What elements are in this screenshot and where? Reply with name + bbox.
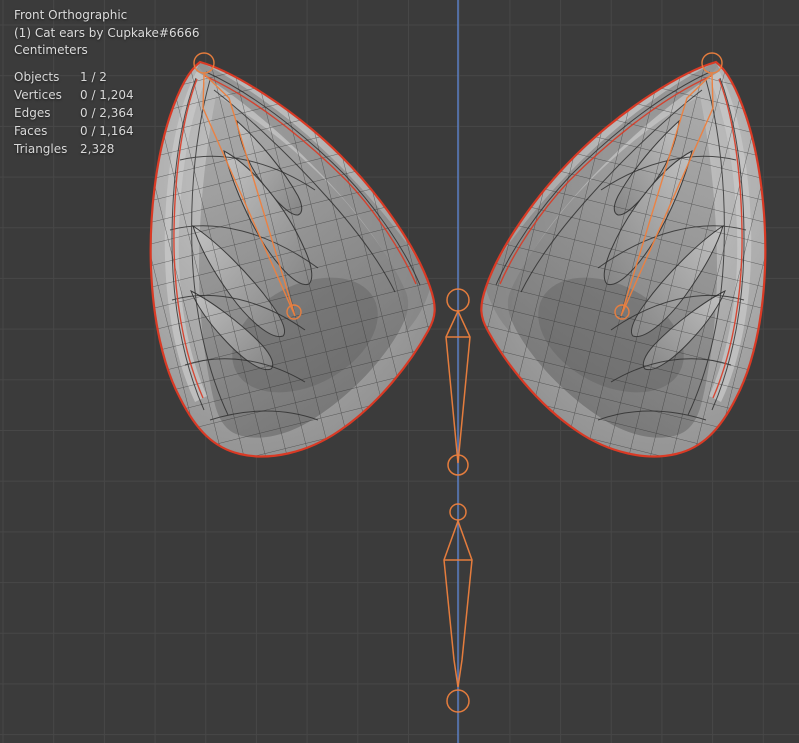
cat-ear-left[interactable] xyxy=(151,53,435,456)
units-label: Centimeters xyxy=(14,42,200,60)
stat-label: Triangles xyxy=(14,143,68,156)
stat-value: 1 / 2 xyxy=(80,71,134,84)
stats-panel: Objects 1 / 2 Vertices 0 / 1,204 Edges 0… xyxy=(14,71,134,156)
view-name-label: Front Orthographic xyxy=(14,7,200,25)
active-object-label: (1) Cat ears by Cupkake#6666 xyxy=(14,25,200,43)
stat-value: 2,328 xyxy=(80,143,134,156)
blender-3d-viewport[interactable]: Front Orthographic (1) Cat ears by Cupka… xyxy=(0,0,799,743)
stat-label: Edges xyxy=(14,107,68,120)
stat-value: 0 / 2,364 xyxy=(80,107,134,120)
stat-value: 0 / 1,204 xyxy=(80,89,134,102)
stat-value: 0 / 1,164 xyxy=(80,125,134,138)
stat-label: Vertices xyxy=(14,89,68,102)
viewport-header-overlay: Front Orthographic (1) Cat ears by Cupka… xyxy=(14,7,200,60)
cat-ear-right[interactable] xyxy=(481,53,765,456)
stat-label: Faces xyxy=(14,125,68,138)
stat-label: Objects xyxy=(14,71,68,84)
